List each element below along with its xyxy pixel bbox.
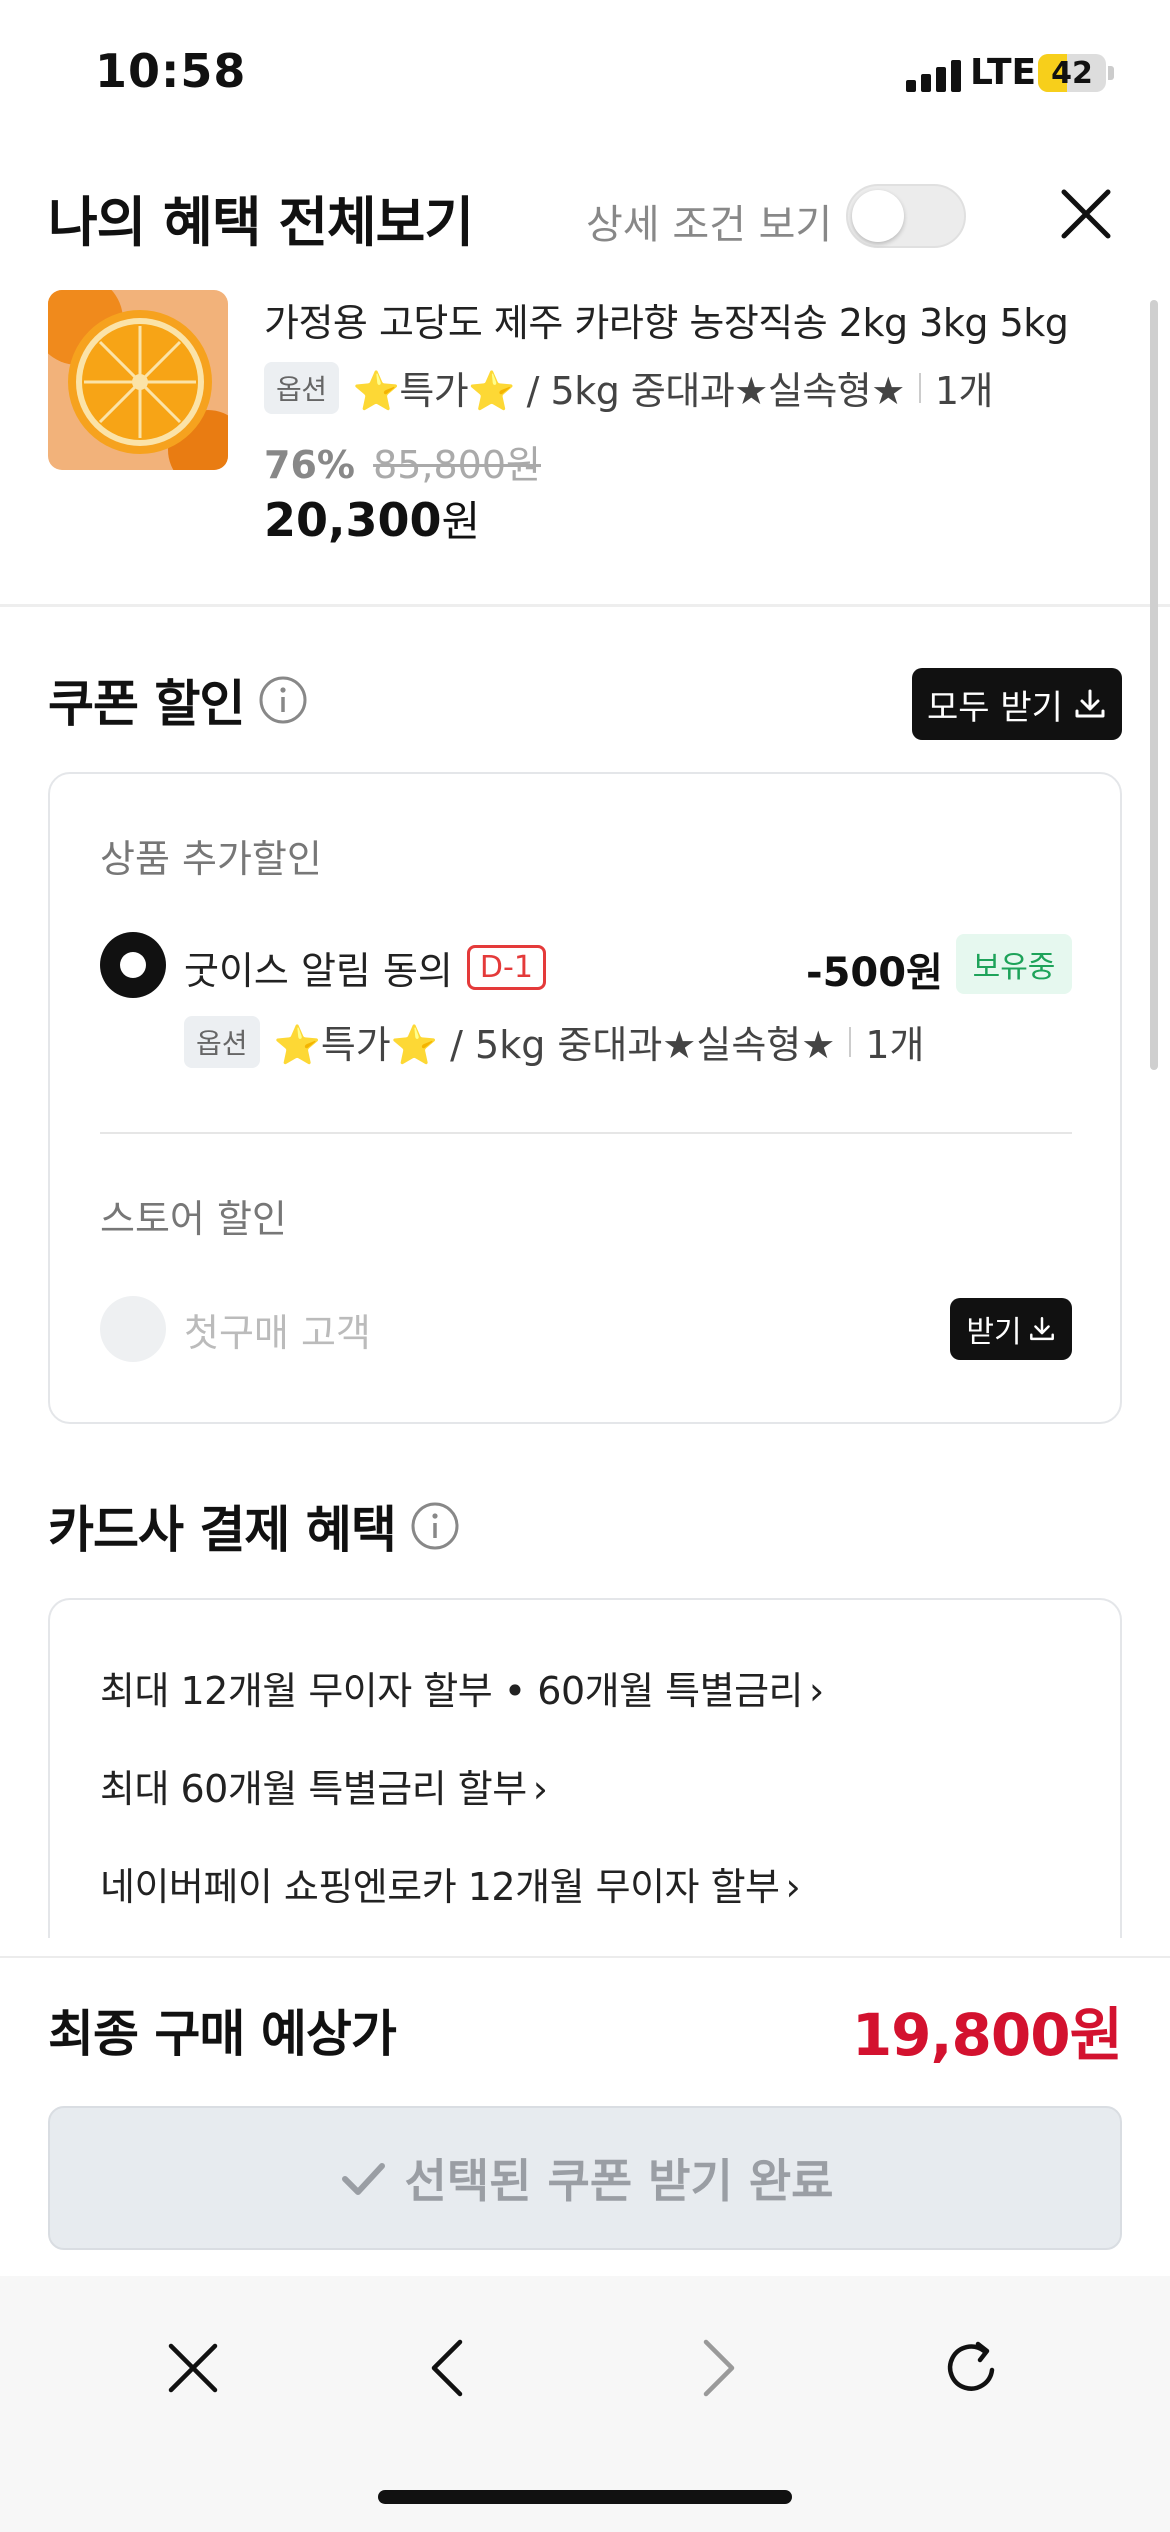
card-benefit-item[interactable]: 최대 60개월 특별금리 할부 › [100,1758,548,1813]
download-icon [1029,1317,1054,1341]
option-quantity: 1개 [865,1023,925,1067]
toggle-knob [852,190,904,242]
coupon-name-text: 굿이스 알림 동의 [184,949,453,993]
detail-toggle-label: 상세 조건 보기 [586,202,833,248]
receive-all-button[interactable]: 모두 받기 [912,668,1122,740]
check-icon [341,2163,385,2195]
product-name: 가정용 고당도 제주 카라향 농장직송 2kg 3kg 5kg [264,301,1069,345]
product-image [48,290,228,470]
chevron-right-icon: › [785,1865,801,1909]
original-price: 85,800원 [373,443,541,487]
coupon-complete-label: 선택된 쿠폰 받기 완료 [404,2154,834,2208]
receive-label: 받기 [966,1315,1022,1350]
coupon-radio-disabled [100,1296,166,1362]
section-divider [0,604,1170,607]
battery-icon: 42 [1038,54,1106,92]
divider [918,372,921,403]
option-text: ⭐특가⭐ / 5kg 중대과★실속형★ [352,369,906,413]
card-benefit-item[interactable]: 최대 12개월 무이자 할부 • 60개월 특별금리 › [100,1660,824,1715]
status-bar: 10:58 LTE 42 [0,0,1170,150]
receive-all-label: 모두 받기 [927,687,1063,728]
home-indicator [378,2490,792,2504]
product-price-number: 20,300 [264,493,442,547]
detail-toggle[interactable] [846,184,966,248]
owned-badge: 보유중 [956,934,1072,994]
divider [849,1026,852,1057]
card-benefit-box: 최대 12개월 무이자 할부 • 60개월 특별금리 › 최대 60개월 특별금리… [48,1598,1122,1938]
chevron-right-icon: › [809,1669,824,1713]
coupon-title-text: 쿠폰 할인 [48,675,245,733]
status-time: 10:58 [95,44,247,98]
card-title-text: 카드사 결제 혜택 [48,1501,397,1559]
card-section-title: 카드사 결제 혜택 [48,1490,460,1562]
discount-rate: 76% [264,443,355,487]
chevron-right-icon: › [532,1767,548,1811]
store-discount-heading: 스토어 할인 [100,1197,287,1241]
info-icon[interactable] [410,1501,460,1551]
coupon-radio-selected[interactable] [100,932,166,998]
coupon-name: 굿이스 알림 동의 D-1 [184,940,546,995]
product-option-row: 옵션 ⭐특가⭐ / 5kg 중대과★실속형★ 1개 [264,360,993,415]
final-price: 19,800원 [851,2001,1123,2069]
coupon-box: 상품 추가할인 굿이스 알림 동의 D-1 -500원 보유중 옵션 ⭐특가⭐ … [48,772,1122,1424]
close-icon[interactable] [153,2328,233,2408]
option-text: ⭐특가⭐ / 5kg 중대과★실속형★ [273,1023,836,1067]
coupon-option-row: 옵션 ⭐특가⭐ / 5kg 중대과★실속형★ 1개 [184,1014,924,1069]
forward-icon[interactable] [676,2328,756,2408]
coupon-divider [100,1132,1072,1134]
signal-icon [906,58,962,92]
product-price-unit: 원 [441,497,481,546]
receive-coupon-button[interactable]: 받기 [950,1298,1072,1360]
card-benefit-text: 네이버페이 쇼핑엔로카 12개월 무이자 할부 [100,1865,780,1909]
coupon-amount: -500원 [806,950,943,996]
option-badge: 옵션 [264,361,339,414]
dday-badge: D-1 [466,945,546,990]
option-quantity: 1개 [934,369,994,413]
discount-row: 76% 85,800원 [264,434,541,489]
page-title: 나의 혜택 전체보기 [48,191,474,254]
final-price-label: 최종 구매 예상가 [48,2005,397,2063]
coupon-section-title: 쿠폰 할인 [48,664,308,736]
battery-nub [1108,66,1114,80]
refresh-icon[interactable] [932,2328,1012,2408]
coupon-complete-button[interactable]: 선택된 쿠폰 받기 완료 [48,2106,1122,2250]
battery-level: 42 [1051,56,1093,91]
card-benefit-item[interactable]: 네이버페이 쇼핑엔로카 12개월 무이자 할부 › [100,1856,801,1911]
back-icon[interactable] [410,2328,490,2408]
network-label: LTE [970,52,1037,93]
card-benefit-text: 최대 12개월 무이자 할부 • 60개월 특별금리 [100,1669,804,1713]
info-icon[interactable] [258,675,308,725]
download-icon [1075,689,1105,718]
card-benefit-text: 최대 60개월 특별금리 할부 [100,1767,527,1811]
product-price: 20,300원 [264,488,480,549]
option-badge: 옵션 [184,1015,260,1068]
store-coupon-name: 첫구매 고객 [184,1311,371,1355]
product-extra-heading: 상품 추가할인 [100,837,322,881]
scrollbar[interactable] [1150,300,1158,1070]
summary-sheet: 최종 구매 예상가 19,800원 선택된 쿠폰 받기 완료 [0,1956,1170,2276]
close-icon[interactable] [1058,186,1114,242]
